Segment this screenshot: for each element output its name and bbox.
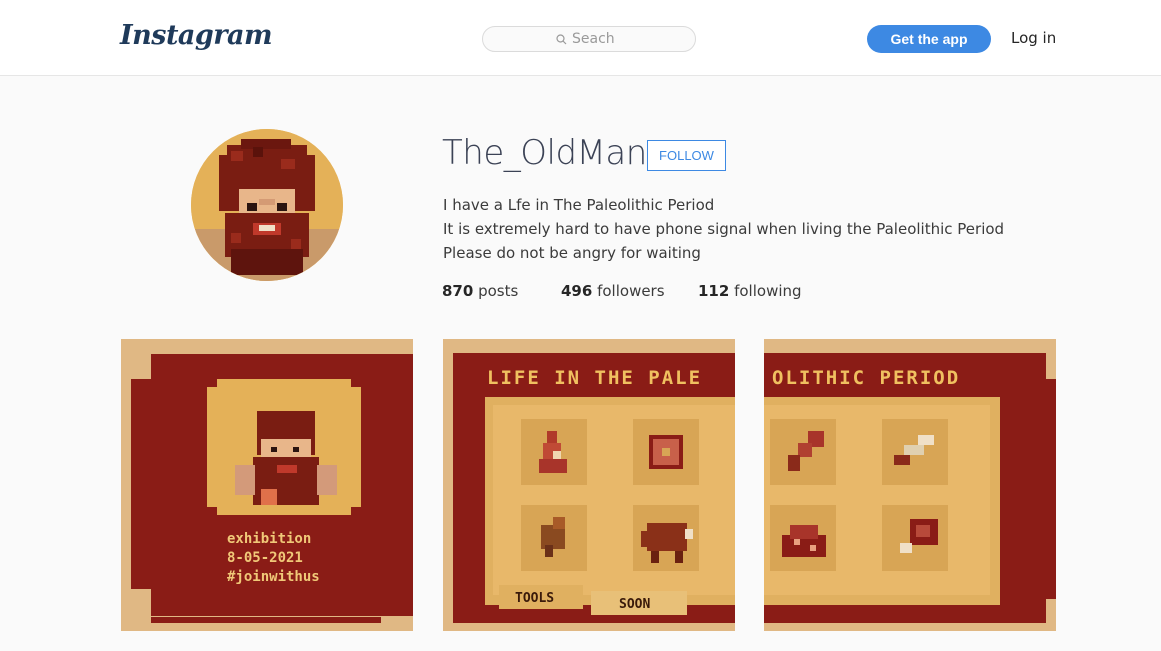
tab-tools: TOOLS	[515, 591, 554, 606]
log-in-link[interactable]: Log in	[1011, 29, 1056, 47]
following-stat[interactable]: 112 following	[698, 282, 802, 300]
post-1-line-1: exhibition	[227, 531, 311, 547]
post-thumbnail-1[interactable]: exhibition 8-05-2021 #joinwithus	[121, 339, 413, 631]
following-label: following	[734, 282, 802, 300]
search-icon	[556, 30, 567, 49]
post-3-banner: OLITHIC PERIOD	[772, 367, 960, 389]
posts-label: posts	[478, 282, 519, 300]
post-thumbnail-3[interactable]: OLITHIC PERIOD	[764, 339, 1056, 631]
search-input[interactable]	[572, 31, 622, 47]
search-bar[interactable]	[482, 26, 696, 52]
following-count: 112	[698, 282, 730, 300]
get-the-app-button[interactable]: Get the app	[867, 25, 991, 53]
profile-avatar[interactable]	[191, 129, 343, 281]
profile-bio: I have a Lfe in The Paleolithic Period I…	[443, 193, 1004, 265]
posts-count-stat: 870 posts	[442, 282, 518, 300]
post-1-line-3: #joinwithus	[227, 569, 320, 585]
instagram-logo[interactable]: Instagram	[120, 20, 273, 51]
followers-count: 496	[561, 282, 593, 300]
posts-count: 870	[442, 282, 474, 300]
post-2-banner: LIFE IN THE PALE	[487, 367, 702, 389]
bio-line: It is extremely hard to have phone signa…	[443, 220, 1005, 238]
follow-button[interactable]: FOLLOW	[647, 140, 726, 171]
post-1-line-2: 8-05-2021	[227, 550, 303, 566]
post-thumbnail-2[interactable]: LIFE IN THE PALE TOOLS SOON	[443, 339, 735, 631]
followers-label: followers	[597, 282, 665, 300]
top-bar: Instagram Get the app Log in	[0, 0, 1161, 76]
bio-line: I have a Lfe in The Paleolithic Period	[443, 196, 715, 214]
tab-soon: SOON	[619, 597, 650, 612]
profile-username: The_OldMan	[442, 133, 647, 173]
followers-stat[interactable]: 496 followers	[561, 282, 665, 300]
bio-line: Please do not be angry for waiting	[443, 244, 701, 262]
